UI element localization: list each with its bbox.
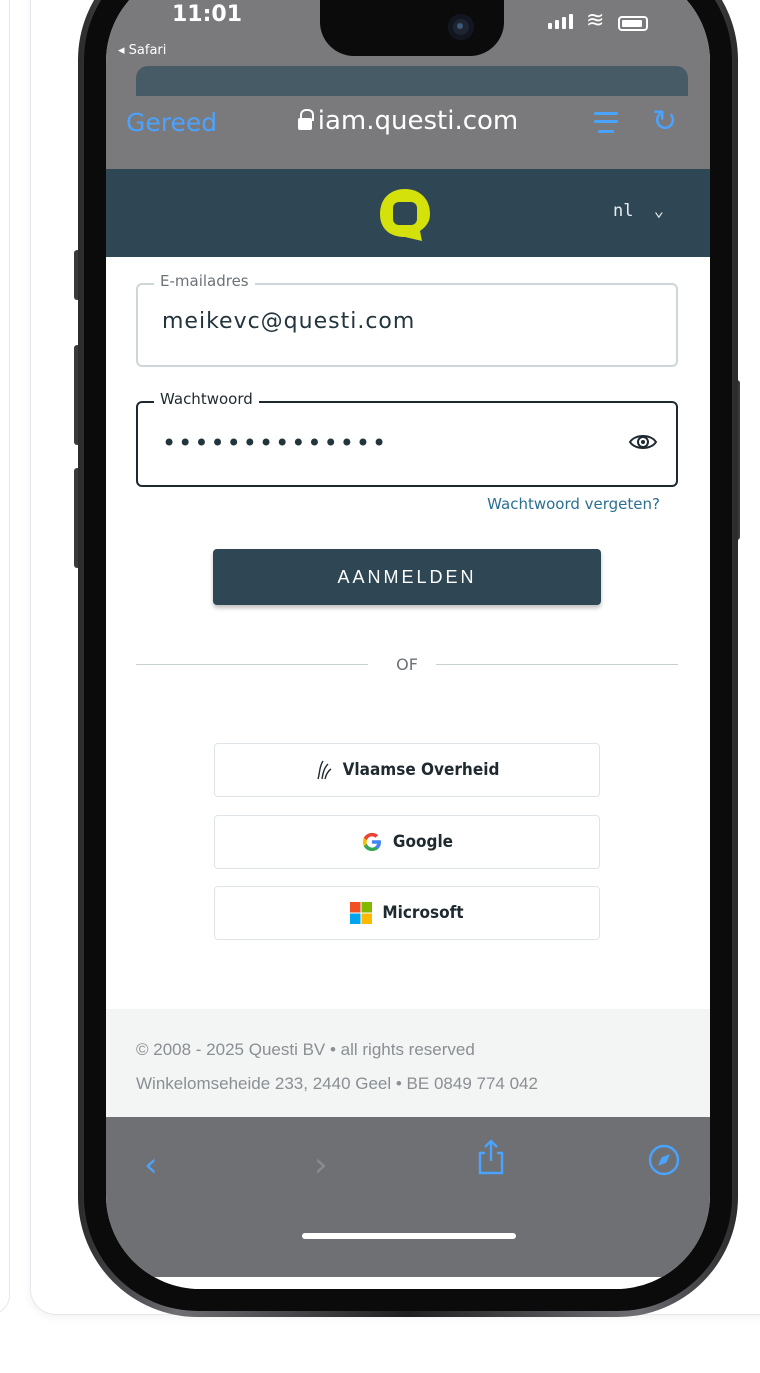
address-bar[interactable]: iam.questi.com — [106, 106, 710, 136]
or-divider: OF — [136, 655, 678, 675]
back-to-safari[interactable]: ◂ Safari — [118, 43, 166, 58]
vlaamse-overheid-icon — [316, 760, 332, 780]
login-google-button[interactable]: Google — [214, 815, 600, 869]
back-chevron-icon[interactable]: ‹ — [144, 1145, 158, 1185]
front-camera — [448, 14, 474, 40]
login-button[interactable]: AANMELDEN — [213, 549, 601, 605]
footer-copyright: © 2008 - 2025 Questi BV • all rights res… — [136, 1040, 475, 1059]
email-label: E-mailadres — [154, 272, 255, 290]
password-label: Wachtwoord — [154, 390, 259, 408]
chevron-down-icon: ⌄ — [653, 201, 664, 221]
show-password-icon[interactable] — [628, 432, 658, 452]
email-value: meikevc@questi.com — [162, 309, 416, 334]
forgot-password-link[interactable]: Wachtwoord vergeten? — [487, 495, 660, 513]
status-time: 11:01 — [172, 2, 243, 27]
reader-mode-icon[interactable] — [594, 112, 618, 134]
password-value: •••••••••••••• — [162, 429, 389, 457]
app-header: nl ⌄ — [106, 169, 710, 257]
phone-bezel: 11:01 ◂ Safari ≋ Gereed iam.questi.com ↻ — [84, 0, 732, 1311]
microsoft-label: Microsoft — [382, 903, 464, 923]
home-indicator — [302, 1233, 516, 1239]
background-card-left — [0, 0, 10, 1315]
compass-icon[interactable] — [647, 1143, 681, 1177]
language-selector[interactable]: nl ⌄ — [613, 201, 664, 221]
reload-icon[interactable]: ↻ — [652, 104, 677, 139]
questi-logo — [380, 189, 430, 241]
safari-bottom-toolbar: ‹ › — [106, 1117, 710, 1277]
login-vlaamse-overheid-button[interactable]: Vlaamse Overheid — [214, 743, 600, 797]
vlaamse-overheid-label: Vlaamse Overheid — [342, 760, 500, 780]
battery-icon — [618, 16, 648, 31]
url-text: iam.questi.com — [317, 106, 519, 136]
signal-icon — [548, 14, 573, 29]
email-field[interactable]: E-mailadres meikevc@questi.com — [136, 272, 678, 367]
lock-icon — [297, 109, 314, 130]
phone-frame: 11:01 ◂ Safari ≋ Gereed iam.questi.com ↻ — [78, 0, 738, 1317]
wifi-icon: ≋ — [586, 8, 605, 33]
page-footer: © 2008 - 2025 Questi BV • all rights res… — [106, 1009, 710, 1117]
login-microsoft-button[interactable]: Microsoft — [214, 886, 600, 940]
previous-page-peek — [136, 66, 688, 96]
password-field[interactable]: Wachtwoord •••••••••••••• — [136, 390, 678, 487]
phone-notch — [320, 0, 504, 56]
divider-line-right — [436, 664, 678, 665]
back-app-label: Safari — [128, 43, 167, 58]
language-value: nl — [613, 201, 634, 221]
share-icon[interactable] — [476, 1137, 506, 1177]
google-icon — [362, 832, 381, 851]
phone-screen: 11:01 ◂ Safari ≋ Gereed iam.questi.com ↻ — [106, 0, 710, 1289]
microsoft-icon — [350, 902, 373, 924]
footer-address: Winkelomseheide 233, 2440 Geel • BE 0849… — [136, 1074, 538, 1093]
forward-chevron-icon[interactable]: › — [314, 1145, 328, 1185]
google-label: Google — [392, 832, 454, 852]
